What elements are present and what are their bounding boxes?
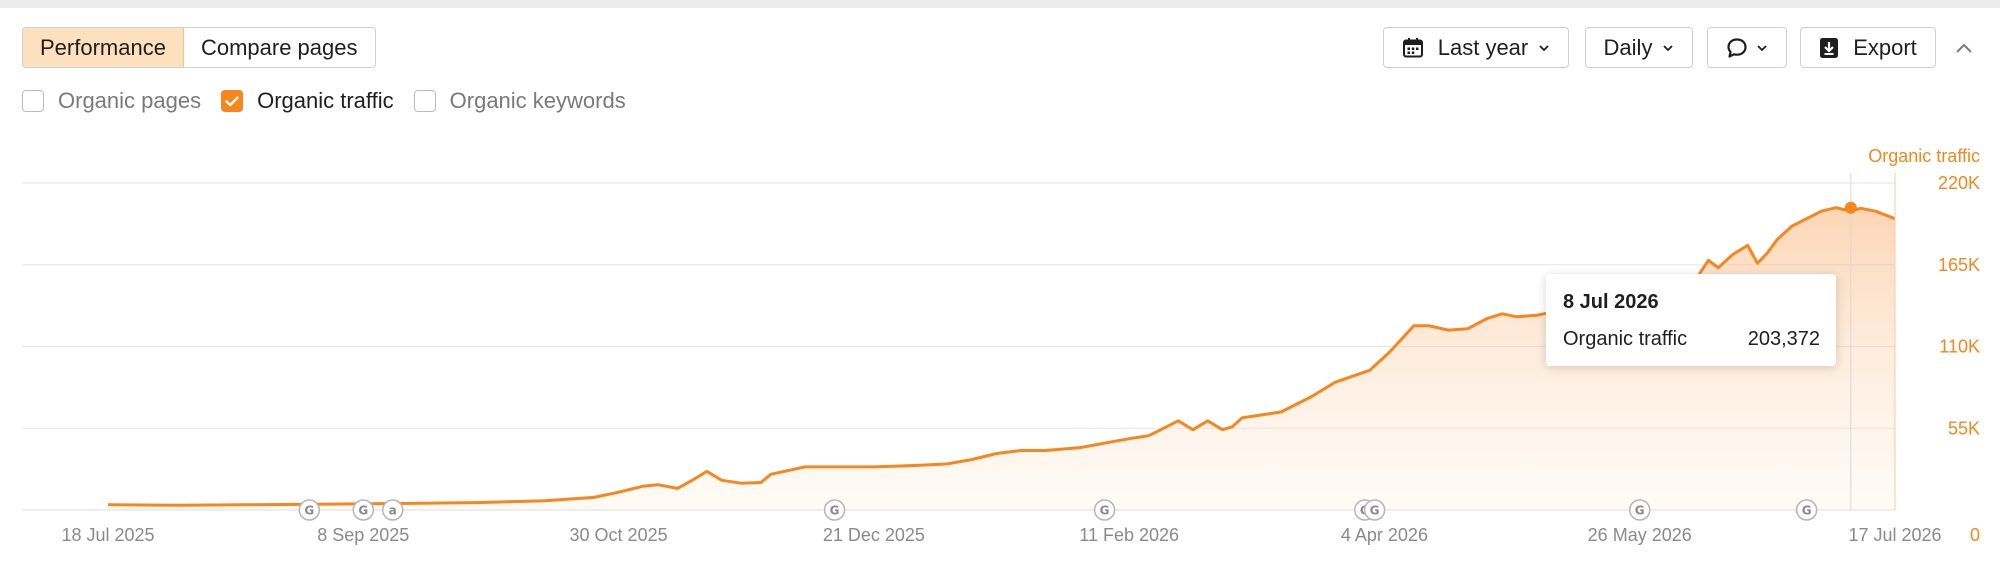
update-marker-a: a [381, 499, 404, 521]
view-toggle: Performance Compare pages [22, 27, 376, 68]
x-tick-label: 4 Apr 2026 [1341, 525, 1428, 545]
marker-label: G [304, 504, 314, 518]
chevron-down-icon [1539, 44, 1549, 51]
annotations-dropdown[interactable] [1707, 27, 1787, 68]
marker-label: G [1100, 504, 1110, 518]
checkbox-unchecked-icon [413, 90, 436, 112]
interval-dropdown[interactable]: Daily [1585, 27, 1693, 68]
x-axis: 18 Jul 2025 8 Sep 2025 30 Oct 2025 21 Dec 2… [61, 525, 1941, 545]
x-tick-label: 21 Dec 2025 [823, 525, 925, 545]
top-divider [0, 0, 2000, 8]
y-tick-label: 110K [1939, 337, 1980, 357]
x-tick-label: 26 May 2026 [1588, 525, 1692, 545]
checkmark-icon [221, 90, 244, 112]
marker-label: G [1635, 504, 1645, 518]
y-tick-label: 0 [1970, 525, 1980, 545]
date-range-dropdown[interactable]: Last year [1383, 27, 1569, 68]
x-tick-label: 8 Sep 2025 [317, 525, 409, 545]
chevron-up-icon [1956, 43, 1972, 53]
marker-label: a [389, 504, 397, 518]
interval-label: Daily [1603, 34, 1653, 60]
checkbox-organic-pages[interactable]: Organic pages [22, 88, 201, 114]
marker-label: G [358, 504, 368, 518]
tooltip-date: 8 Jul 2026 [1563, 291, 1659, 313]
chevron-down-icon [1663, 44, 1674, 51]
series-title: Organic traffic [1868, 146, 1980, 166]
comment-icon [1727, 37, 1747, 58]
marker-label: G [1802, 504, 1812, 518]
calendar-icon [1402, 37, 1423, 57]
tooltip-row: Organic traffic 203,372 [1563, 328, 1820, 351]
y-tick-label: 220K [1938, 173, 1980, 193]
checkbox-label: Organic pages [58, 88, 202, 113]
update-marker-G: G [352, 499, 375, 521]
date-range-label: Last year [1437, 34, 1529, 60]
tooltip-series-label: Organic traffic [1563, 328, 1688, 350]
highlight-point [1844, 201, 1857, 214]
y-axis: 0 55K 110K 165K 220K [1938, 173, 1980, 545]
tab-performance[interactable]: Performance [23, 28, 184, 67]
export-button[interactable]: Export [1800, 27, 1936, 68]
marker-label: G [1370, 504, 1380, 518]
update-marker-G: G [823, 499, 846, 521]
export-label: Export [1853, 34, 1917, 60]
tooltip-value: 203,372 [1747, 328, 1820, 350]
update-marker-G: G [1628, 499, 1651, 521]
update-marker-G: G [1795, 499, 1818, 521]
x-tick-label: 17 Jul 2026 [1848, 525, 1941, 545]
checkbox-organic-traffic[interactable]: Organic traffic [221, 88, 394, 114]
chart-tooltip: 8 Jul 2026 Organic traffic 203,372 [1546, 274, 1836, 366]
update-marker-G: G [1363, 499, 1386, 521]
checkbox-organic-keywords[interactable]: Organic keywords [413, 88, 626, 114]
chevron-down-icon [1757, 44, 1767, 51]
checkbox-label: Organic keywords [449, 88, 626, 113]
collapse-chart-button[interactable] [1950, 34, 1978, 62]
metric-checkboxes: Organic pages Organic traffic Organic ke… [22, 86, 646, 116]
tab-compare-pages[interactable]: Compare pages [183, 28, 375, 67]
update-marker-G: G [1093, 499, 1116, 521]
x-tick-label: 11 Feb 2026 [1079, 525, 1179, 545]
checkbox-unchecked-icon [22, 90, 44, 112]
update-marker-G: G [298, 499, 321, 521]
marker-label: G [830, 504, 840, 518]
x-tick-label: 30 Oct 2025 [570, 525, 668, 545]
x-tick-label: 18 Jul 2025 [61, 525, 154, 545]
y-tick-label: 165K [1938, 255, 1980, 275]
download-icon [1820, 37, 1839, 58]
checkbox-label: Organic traffic [257, 88, 394, 113]
y-tick-label: 55K [1948, 418, 1980, 438]
